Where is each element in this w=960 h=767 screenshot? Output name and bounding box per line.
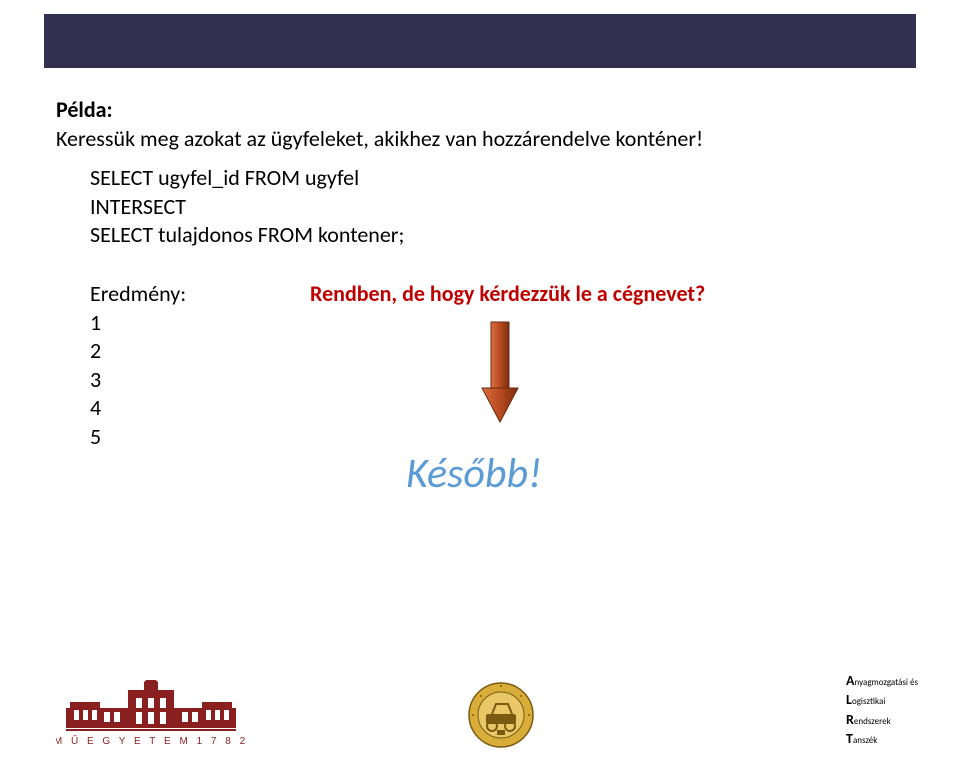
faculty-seal-icon: [466, 680, 536, 755]
dept-line: Anyagmozgatási és: [846, 671, 918, 691]
later-text: Később!: [406, 448, 542, 499]
dept-line: Tanszék: [846, 729, 918, 749]
example-heading: Példa: Keressük meg azokat az ügyfeleket…: [56, 96, 703, 152]
result-label: Eredmény:: [90, 280, 186, 309]
result-value: 1: [90, 309, 186, 338]
example-title: Példa:: [56, 96, 703, 123]
result-block: Eredmény: 1 2 3 4 5: [90, 280, 186, 452]
result-value: 2: [90, 337, 186, 366]
result-value: 4: [90, 394, 186, 423]
question-text: Rendben, de hogy kérdezzük le a cégnevet…: [310, 280, 705, 307]
sql-code-block: SELECT ugyfel_id FROM ugyfel INTERSECT S…: [90, 164, 404, 250]
dept-line: Rendszerek: [846, 710, 918, 730]
footer: M Ű E G Y E T E M 1 7 8 2 Anyagmozgatási…: [0, 675, 960, 755]
title-bar: [44, 14, 916, 68]
sql-line: SELECT ugyfel_id FROM ugyfel: [90, 164, 404, 193]
department-name-block: Anyagmozgatási és Logisztikai Rendszerek…: [846, 671, 918, 749]
university-logo: M Ű E G Y E T E M 1 7 8 2: [56, 680, 246, 755]
dept-line: Logisztikai: [846, 690, 918, 710]
sql-line: INTERSECT: [90, 193, 404, 222]
sql-line: SELECT tulajdonos FROM kontener;: [90, 221, 404, 250]
example-subtitle: Keressük meg azokat az ügyfeleket, akikh…: [56, 125, 703, 152]
down-arrow-icon: [480, 318, 520, 433]
result-value: 5: [90, 423, 186, 452]
result-value: 3: [90, 366, 186, 395]
logo-caption: M Ű E G Y E T E M 1 7 8 2: [56, 733, 246, 747]
